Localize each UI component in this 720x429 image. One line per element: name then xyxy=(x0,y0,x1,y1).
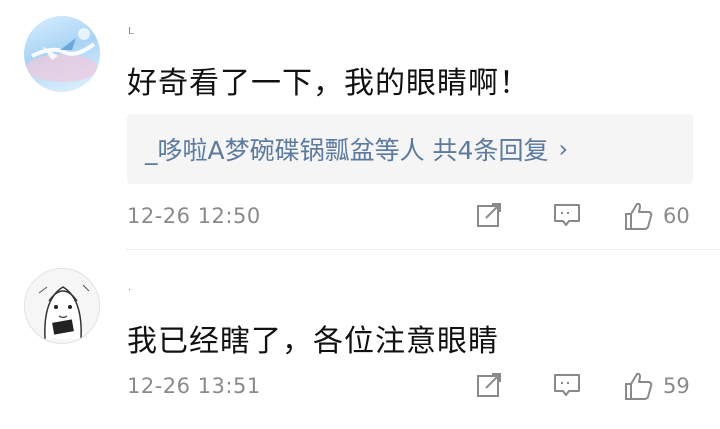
comment-meta: 12-26 12:50 60 xyxy=(0,198,720,238)
username[interactable]: L xyxy=(128,26,134,37)
replies-summary: _哆啦A梦碗碟锅瓢盆等人 共4条回复 xyxy=(145,136,549,165)
avatar-illustration xyxy=(25,269,99,343)
comment-text: 我已经瞎了，各位注意眼睛 xyxy=(127,324,499,359)
share-icon[interactable] xyxy=(474,200,504,234)
like-count: 60 xyxy=(663,204,690,228)
avatar-illustration xyxy=(26,28,98,82)
chevron-right-icon: › xyxy=(558,135,569,163)
timestamp: 12-26 13:51 xyxy=(127,374,261,398)
thumbs-up-icon xyxy=(625,202,653,230)
comment-meta: 12-26 13:51 59 xyxy=(0,368,720,408)
reply-icon[interactable] xyxy=(552,370,582,404)
like-count: 59 xyxy=(663,374,690,398)
comment-text: 好奇看了一下，我的眼睛啊！ xyxy=(127,66,530,101)
comment-item: . 我已经瞎了，各位注意眼睛 12-26 13:51 59 xyxy=(0,250,720,429)
replies-link[interactable]: _哆啦A梦碗碟锅瓢盆等人 共4条回复 › xyxy=(127,114,693,184)
like-button[interactable]: 59 xyxy=(623,370,690,402)
like-button[interactable]: 60 xyxy=(623,200,690,232)
avatar[interactable] xyxy=(24,268,100,344)
timestamp: 12-26 12:50 xyxy=(127,204,261,228)
comment-item: L 好奇看了一下，我的眼睛啊！ _哆啦A梦碗碟锅瓢盆等人 共4条回复 › 12-… xyxy=(0,0,720,250)
thumbs-up-icon xyxy=(625,372,653,400)
username[interactable]: . xyxy=(128,282,131,293)
share-icon[interactable] xyxy=(474,370,504,404)
avatar[interactable] xyxy=(24,16,100,92)
reply-icon[interactable] xyxy=(552,200,582,234)
